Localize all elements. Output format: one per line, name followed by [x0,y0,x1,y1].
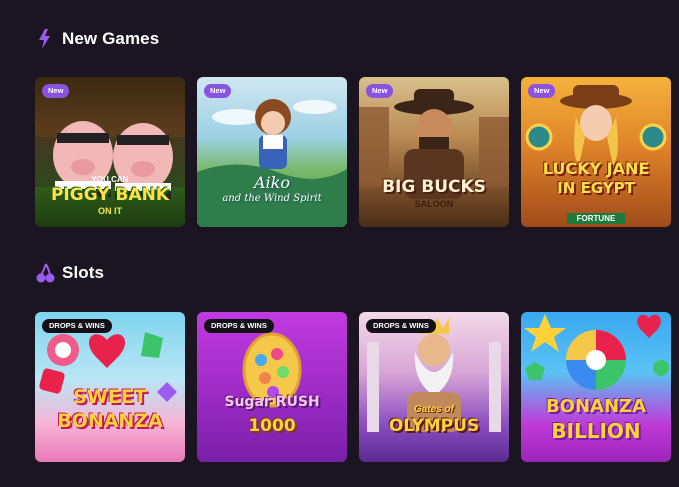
game-title-line2: PIGGY BANK [50,185,170,205]
drops-and-wins-badge: DROPS & WINS [42,319,112,333]
section-title: Slots [62,263,105,282]
new-games-header: New Games [36,28,159,50]
game-title-line2: OLYMPUS [388,416,480,436]
game-card-big-bucks-saloon[interactable]: New BIG BUCKS SALOON [359,77,509,227]
game-title-line1: Aiko [254,173,290,192]
game-title-line3: ON IT [98,206,122,216]
game-card-sugar-rush-1000[interactable]: DROPS & WINS Sugar RUSH 1000 [197,312,347,462]
new-games-row: New YOU CAN PIGGY BANK ON IT New Aiko an… [35,77,671,227]
game-title-line1: YOU CAN [91,175,129,184]
game-card-gates-of-olympus[interactable]: DROPS & WINS Gates of OLYMPUS [359,312,509,462]
lightning-icon [36,28,54,50]
game-thumbnail [197,312,347,462]
game-title-line2: 1000 [248,416,296,436]
game-title-line1: SWEET [73,386,147,408]
game-card-sweet-bonanza[interactable]: DROPS & WINS SWEET BONANZA [35,312,185,462]
game-title-line2: and the Wind Spirit [222,193,322,204]
new-badge: New [204,84,232,98]
new-badge: New [42,84,70,98]
game-card-aiko[interactable]: New Aiko and the Wind Spirit [197,77,347,227]
game-title-line2: IN EGYPT [557,179,635,197]
new-badge: New [366,84,394,98]
drops-and-wins-badge: DROPS & WINS [366,319,436,333]
game-title-line1: Gates of [413,404,454,415]
game-title-line2: BONANZA [57,410,163,432]
drops-and-wins-badge: DROPS & WINS [204,319,274,333]
game-thumbnail [521,77,671,227]
game-card-piggy-bank[interactable]: New YOU CAN PIGGY BANK ON IT [35,77,185,227]
new-badge: New [528,84,556,98]
game-title-line1: BIG BUCKS [382,177,486,197]
game-title-line1: Sugar RUSH [224,394,320,410]
game-thumbnail [197,77,347,227]
game-thumbnail [359,312,509,462]
game-title-line1: BONANZA [545,396,647,417]
game-title-line2: SALOON [414,199,454,209]
game-title-line3: FORTUNE [521,208,671,226]
cherries-icon [36,262,55,284]
game-card-lucky-jane[interactable]: New LUCKY JANE IN EGYPT FORTUNE [521,77,671,227]
slots-row: DROPS & WINS SWEET BONANZA DROPS & WINS … [35,312,671,462]
fortune-label: FORTUNE [566,213,626,224]
game-title-line2: BILLION [551,419,641,443]
section-title: New Games [62,29,160,48]
slots-header: Slots [36,262,104,284]
game-card-bonanza-billion[interactable]: BONANZA BILLION [521,312,671,462]
game-title-line1: LUCKY JANE [542,159,650,178]
